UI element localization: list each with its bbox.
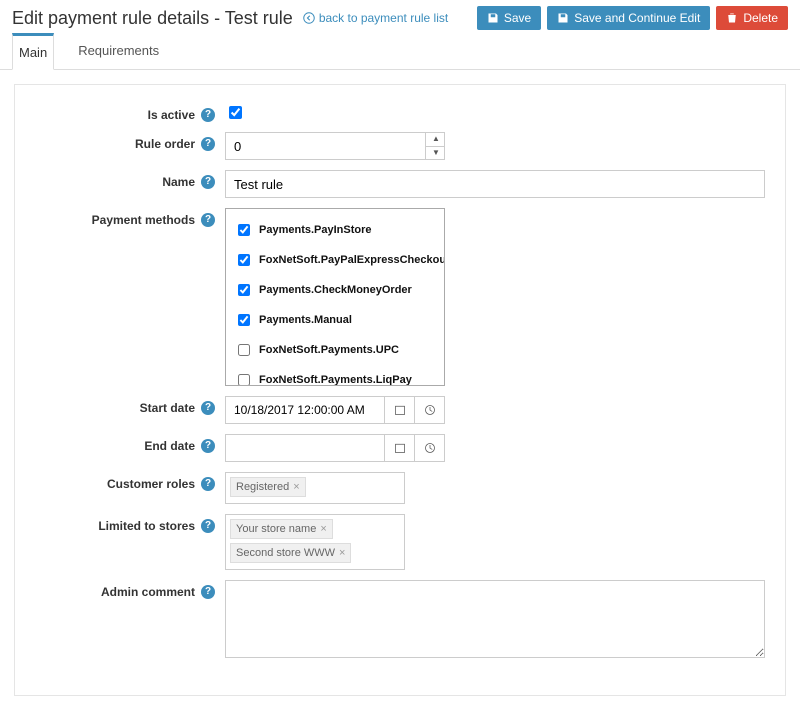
tag-remove-icon[interactable]: × <box>293 481 299 493</box>
tab-requirements[interactable]: Requirements <box>72 34 165 69</box>
back-link[interactable]: back to payment rule list <box>303 11 448 25</box>
tabs: Main Requirements <box>0 34 800 70</box>
tag-remove-icon[interactable]: × <box>339 547 345 559</box>
rule-order-up[interactable]: ▲ <box>426 133 444 147</box>
clock-icon <box>424 404 436 416</box>
end-date-calendar-button[interactable] <box>385 434 415 462</box>
payment-method-checkbox[interactable] <box>238 344 250 356</box>
is-active-checkbox[interactable] <box>229 106 242 119</box>
page-header: Edit payment rule details - Test rule ba… <box>0 0 800 34</box>
start-date-clock-button[interactable] <box>415 396 445 424</box>
help-icon[interactable]: ? <box>201 401 215 415</box>
calendar-icon <box>394 404 406 416</box>
save-continue-button[interactable]: Save and Continue Edit <box>547 6 710 30</box>
page-title-prefix: Edit payment rule details - <box>12 8 225 28</box>
payment-method-item[interactable]: FoxNetSoft.PayPalExpressCheckout <box>234 251 436 269</box>
payment-method-item[interactable]: Payments.PayInStore <box>234 221 436 239</box>
tag-label: Your store name <box>236 523 316 535</box>
start-date-label: Start date ? <box>35 396 225 415</box>
save-continue-button-label: Save and Continue Edit <box>574 11 700 25</box>
end-date-input[interactable] <box>225 434 385 462</box>
payment-method-item[interactable]: Payments.Manual <box>234 311 436 329</box>
start-date-calendar-button[interactable] <box>385 396 415 424</box>
help-icon[interactable]: ? <box>201 137 215 151</box>
rule-order-down[interactable]: ▼ <box>426 147 444 160</box>
action-buttons: Save Save and Continue Edit Delete <box>477 6 788 30</box>
tab-main[interactable]: Main <box>12 33 54 70</box>
admin-comment-label: Admin comment ? <box>35 580 225 599</box>
main-panel: Is active ? Rule order ? ▲ ▼ Name ? <box>14 84 786 696</box>
arrow-left-circle-icon <box>303 12 315 24</box>
help-icon[interactable]: ? <box>201 477 215 491</box>
help-icon[interactable]: ? <box>201 175 215 189</box>
calendar-icon <box>394 442 406 454</box>
payment-method-label: FoxNetSoft.PayPalExpressCheckout <box>259 254 445 266</box>
delete-button-label: Delete <box>743 11 778 25</box>
payment-method-checkbox[interactable] <box>238 374 250 386</box>
delete-button[interactable]: Delete <box>716 6 788 30</box>
save-icon <box>487 12 499 24</box>
clock-icon <box>424 442 436 454</box>
admin-comment-textarea[interactable] <box>225 580 765 658</box>
rule-order-label: Rule order ? <box>35 132 225 151</box>
payment-method-checkbox[interactable] <box>238 224 250 236</box>
end-date-clock-button[interactable] <box>415 434 445 462</box>
end-date-label: End date ? <box>35 434 225 453</box>
payment-method-checkbox[interactable] <box>238 284 250 296</box>
tag-label: Second store WWW <box>236 547 335 559</box>
page-title: Edit payment rule details - Test rule <box>12 8 293 29</box>
page-title-name: Test rule <box>225 8 293 28</box>
payment-methods-label: Payment methods ? <box>35 208 225 227</box>
help-icon[interactable]: ? <box>201 108 215 122</box>
payment-method-item[interactable]: FoxNetSoft.Payments.UPC <box>234 341 436 359</box>
trash-icon <box>726 12 738 24</box>
help-icon[interactable]: ? <box>201 439 215 453</box>
start-date-group <box>225 396 445 424</box>
name-label: Name ? <box>35 170 225 189</box>
payment-method-item[interactable]: Payments.CheckMoneyOrder <box>234 281 436 299</box>
name-input[interactable] <box>225 170 765 198</box>
is-active-label: Is active ? <box>35 103 225 122</box>
payment-method-checkbox[interactable] <box>238 254 250 266</box>
limited-to-stores-label: Limited to stores ? <box>35 514 225 533</box>
rule-order-input[interactable] <box>225 132 426 160</box>
customer-roles-label: Customer roles ? <box>35 472 225 491</box>
end-date-group <box>225 434 445 462</box>
save-button[interactable]: Save <box>477 6 541 30</box>
tag-remove-icon[interactable]: × <box>320 523 326 535</box>
limited-to-stores-tags[interactable]: Your store name × Second store WWW × <box>225 514 405 570</box>
payment-method-label: FoxNetSoft.Payments.LiqPay <box>259 374 412 386</box>
back-link-label: back to payment rule list <box>319 11 448 25</box>
payment-method-label: Payments.CheckMoneyOrder <box>259 284 412 296</box>
save-button-label: Save <box>504 11 531 25</box>
rule-order-stepper: ▲ ▼ <box>225 132 445 160</box>
help-icon[interactable]: ? <box>201 585 215 599</box>
help-icon[interactable]: ? <box>201 213 215 227</box>
payment-methods-listbox[interactable]: Payments.PayInStore FoxNetSoft.PayPalExp… <box>225 208 445 386</box>
tag: Your store name × <box>230 519 333 539</box>
tag: Registered × <box>230 477 306 497</box>
customer-roles-tags[interactable]: Registered × <box>225 472 405 504</box>
help-icon[interactable]: ? <box>201 519 215 533</box>
tag-label: Registered <box>236 481 289 493</box>
payment-method-item[interactable]: FoxNetSoft.Payments.LiqPay <box>234 371 436 386</box>
start-date-input[interactable] <box>225 396 385 424</box>
payment-method-label: Payments.PayInStore <box>259 224 372 236</box>
tag: Second store WWW × <box>230 543 351 563</box>
payment-method-label: FoxNetSoft.Payments.UPC <box>259 344 399 356</box>
save-icon <box>557 12 569 24</box>
payment-method-checkbox[interactable] <box>238 314 250 326</box>
payment-method-label: Payments.Manual <box>259 314 352 326</box>
